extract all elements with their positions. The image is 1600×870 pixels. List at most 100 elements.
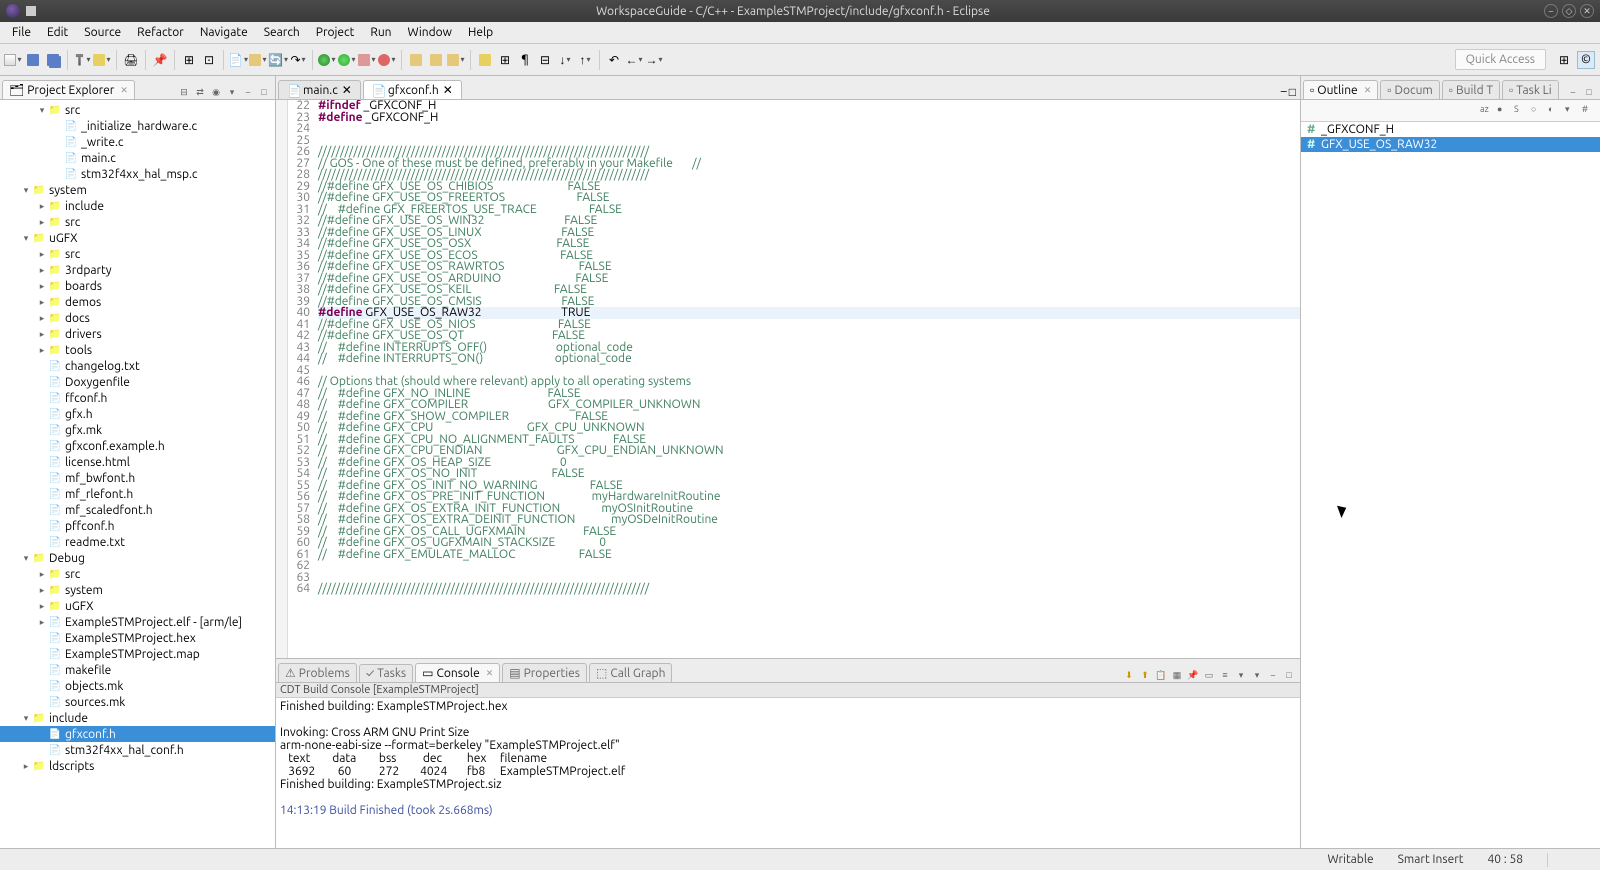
tree-item[interactable]: main.c [0, 150, 275, 166]
editor-tab-main-c[interactable]: 📄main.c✕ [278, 80, 361, 99]
expander-icon[interactable]: ▸ [36, 281, 48, 292]
open-project-button[interactable] [427, 51, 445, 69]
open-perspective-button[interactable]: ⊞ [1555, 51, 1573, 69]
build-button[interactable] [73, 51, 91, 69]
menu-project[interactable]: Project [308, 24, 363, 41]
menu-edit[interactable]: Edit [39, 24, 76, 41]
view-menu-button[interactable]: ▾ [225, 85, 239, 99]
tree-item[interactable]: ▸src [0, 566, 275, 582]
tree-item[interactable]: ▸include [0, 198, 275, 214]
tree-item[interactable]: sources.mk [0, 694, 275, 710]
menu-source[interactable]: Source [76, 24, 129, 41]
menu-help[interactable]: Help [460, 24, 501, 41]
next-ann-button[interactable]: ↓ [556, 51, 574, 69]
tree-item[interactable]: ExampleSTMProject.map [0, 646, 275, 662]
forward-button[interactable]: → [645, 51, 663, 69]
display-console-button[interactable]: ▭ [1202, 668, 1216, 682]
maximize-editor-button[interactable]: □ [1289, 85, 1296, 99]
tree-item[interactable]: ▸drivers [0, 326, 275, 342]
expander-icon[interactable]: ▾ [20, 553, 32, 564]
expander-icon[interactable]: ▸ [36, 345, 48, 356]
menu-search[interactable]: Search [256, 24, 308, 41]
close-icon[interactable]: ✕ [1364, 85, 1372, 96]
bottom-tab-properties[interactable]: ▤Properties [502, 663, 587, 682]
minimize-view-button[interactable]: – [241, 85, 255, 99]
tree-item[interactable]: mf_scaledfont.h [0, 502, 275, 518]
more-proj-button[interactable] [447, 51, 465, 69]
expander-icon[interactable]: ▸ [36, 217, 48, 228]
outline-tab-docum[interactable]: ▫Docum [1380, 80, 1440, 99]
tree-item[interactable]: ▸docs [0, 310, 275, 326]
tree-item[interactable]: ▾include [0, 710, 275, 726]
debug-button[interactable] [318, 51, 336, 69]
tree-item[interactable]: ▾uGFX [0, 230, 275, 246]
console-output[interactable]: Finished building: ExampleSTMProject.hex… [276, 698, 1300, 848]
bottom-tab-call-graph[interactable]: ⬚Call Graph [589, 663, 672, 682]
tree-item[interactable]: ▸ExampleSTMProject.elf - [arm/le] [0, 614, 275, 630]
tree-item[interactable]: stm32f4xx_hal_conf.h [0, 742, 275, 758]
tree-item[interactable]: ▾src [0, 102, 275, 118]
bottom-tab-problems[interactable]: ⚠Problems [278, 663, 357, 682]
editor-body[interactable]: 2223242526272829303132333435363738394041… [276, 100, 1300, 658]
prev-ann-button[interactable]: ↑ [576, 51, 594, 69]
bottom-tab-tasks[interactable]: ✓Tasks [359, 664, 413, 682]
expander-icon[interactable]: ▸ [36, 313, 48, 324]
expander-icon[interactable]: ▸ [36, 585, 48, 596]
menu-navigate[interactable]: Navigate [192, 24, 256, 41]
open-element-button[interactable]: ⊞ [180, 51, 198, 69]
tree-item[interactable]: ▸3rdparty [0, 262, 275, 278]
tree-item[interactable]: gfxconf.h [0, 726, 275, 742]
back-button[interactable]: ← [625, 51, 643, 69]
build-config-button[interactable] [93, 51, 111, 69]
tree-item[interactable]: ffconf.h [0, 390, 275, 406]
tree-item[interactable]: gfx.mk [0, 422, 275, 438]
tree-item[interactable]: ▸src [0, 214, 275, 230]
tree-item[interactable]: readme.txt [0, 534, 275, 550]
tree-item[interactable]: ▸uGFX [0, 598, 275, 614]
tree-item[interactable]: mf_rlefont.h [0, 486, 275, 502]
new-folder-button[interactable] [249, 51, 267, 69]
tree-item[interactable]: _write.c [0, 134, 275, 150]
save-button[interactable] [24, 51, 42, 69]
project-explorer-tab[interactable]: 🗂 Project Explorer ✕ [2, 80, 135, 99]
toggle-mark-button[interactable] [476, 51, 494, 69]
tree-item[interactable]: gfxconf.example.h [0, 438, 275, 454]
last-edit-button[interactable]: ↶ [605, 51, 623, 69]
pin-editor-button[interactable]: 📌 [151, 51, 169, 69]
new-project-button[interactable] [407, 51, 425, 69]
expander-icon[interactable]: ▸ [36, 265, 48, 276]
minimize-bottom-button[interactable]: – [1266, 668, 1280, 682]
save-all-button[interactable] [44, 51, 62, 69]
hide-nonpublic-button[interactable]: ○ [1531, 104, 1545, 118]
minimize-editor-button[interactable]: – [1281, 85, 1287, 99]
print-button[interactable]: 🖨 [122, 51, 140, 69]
collapse-all-button[interactable]: ⊟ [177, 85, 191, 99]
outline-tab-task-li[interactable]: ▫Task Li [1502, 80, 1559, 99]
tree-item[interactable]: ▸ldscripts [0, 758, 275, 774]
run-button[interactable] [338, 51, 356, 69]
up-button[interactable]: ⬆ [1138, 668, 1152, 682]
expander-icon[interactable]: ▾ [20, 185, 32, 196]
tree-item[interactable]: Doxygenfile [0, 374, 275, 390]
close-icon[interactable]: ✕ [443, 83, 453, 97]
expander-icon[interactable]: ▸ [36, 297, 48, 308]
clear-console-button[interactable]: ▦ [1170, 668, 1184, 682]
tree-item[interactable]: makefile [0, 662, 275, 678]
minimize-outline-button[interactable]: – [1566, 85, 1580, 99]
ext-tools-button[interactable] [378, 51, 396, 69]
new-console-button[interactable]: ▾ [1234, 668, 1248, 682]
code-area[interactable]: #ifndef _GFXCONF_H#define _GFXCONF_H////… [314, 100, 1300, 658]
tree-item[interactable]: stm32f4xx_hal_msp.c [0, 166, 275, 182]
profile-button[interactable] [358, 51, 376, 69]
menu-window[interactable]: Window [400, 24, 460, 41]
tree-item[interactable]: gfx.h [0, 406, 275, 422]
tree-item[interactable]: pffconf.h [0, 518, 275, 534]
hide-static-button[interactable]: S [1514, 104, 1528, 118]
tree-item[interactable]: ▾system [0, 182, 275, 198]
tree-item[interactable]: ▸boards [0, 278, 275, 294]
toggle-wrap-button[interactable]: ⊟ [536, 51, 554, 69]
tree-item[interactable]: changelog.txt [0, 358, 275, 374]
focus-task-button[interactable]: ◉ [209, 85, 223, 99]
expander-icon[interactable]: ▾ [20, 233, 32, 244]
filter-button[interactable]: ▾ [1565, 104, 1579, 118]
